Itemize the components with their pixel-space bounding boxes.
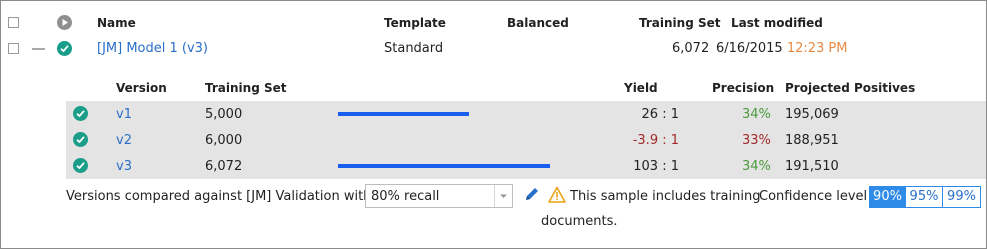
confidence-95-button[interactable]: 95% <box>906 186 943 208</box>
version-precision: 34% <box>742 107 771 122</box>
column-header-training-set[interactable]: Training Set <box>639 16 720 30</box>
training-set-bar <box>338 112 469 116</box>
version-row[interactable]: v1 5,000 26 : 1 34% 195,069 <box>66 101 986 127</box>
confidence-90-button[interactable]: 90% <box>869 186 906 208</box>
model-last-modified: 6/16/2015 12:23 PM <box>716 41 847 56</box>
column-header-balanced[interactable]: Balanced <box>507 16 569 30</box>
model-row-checkbox[interactable] <box>8 43 19 54</box>
check-circle-icon <box>73 158 88 173</box>
warning-text-line2: documents. <box>541 214 618 229</box>
model-name-link[interactable]: [JM] Model 1 (v3) <box>97 41 208 56</box>
version-yield: 26 : 1 <box>641 107 679 122</box>
column-header-template[interactable]: Template <box>384 16 446 30</box>
play-icon[interactable] <box>57 15 72 30</box>
version-training-set: 6,072 <box>205 159 243 174</box>
check-circle-icon <box>73 132 88 147</box>
version-training-set: 5,000 <box>205 107 243 122</box>
edit-pencil-icon[interactable] <box>523 185 541 203</box>
select-all-checkbox[interactable] <box>8 17 19 28</box>
recall-select[interactable]: 80% recall <box>365 184 513 208</box>
model-training-set: 6,072 <box>672 41 710 56</box>
model-template: Standard <box>384 41 444 56</box>
column-header-version: Version <box>116 81 167 95</box>
confidence-level-label: Confidence level <box>759 189 868 204</box>
column-header-last-modified[interactable]: Last modified <box>731 16 823 30</box>
version-link[interactable]: v3 <box>116 159 132 174</box>
version-projected-positives: 191,510 <box>785 159 839 174</box>
check-circle-icon <box>73 106 88 121</box>
warning-icon <box>548 186 566 204</box>
recall-select-value: 80% recall <box>371 189 440 204</box>
column-header-projected-positives: Projected Positives <box>785 81 916 95</box>
chevron-down-icon[interactable] <box>494 185 512 207</box>
collapse-icon[interactable] <box>32 48 45 50</box>
version-training-set: 6,000 <box>205 133 243 148</box>
version-precision: 34% <box>742 159 771 174</box>
version-yield: 103 : 1 <box>633 159 679 174</box>
version-link[interactable]: v2 <box>116 133 132 148</box>
version-row[interactable]: v3 6,072 103 : 1 34% 191,510 <box>66 153 986 179</box>
model-time: 12:23 PM <box>786 41 848 56</box>
model-date: 6/16/2015 <box>716 41 783 56</box>
version-row[interactable]: v2 6,000 -3.9 : 1 33% 188,951 <box>66 127 986 153</box>
version-yield: -3.9 : 1 <box>632 133 679 148</box>
version-link[interactable]: v1 <box>116 107 132 122</box>
compared-against-text: Versions compared against [JM] Validatio… <box>66 189 372 204</box>
version-projected-positives: 195,069 <box>785 107 839 122</box>
version-projected-positives: 188,951 <box>785 133 839 148</box>
confidence-99-button[interactable]: 99% <box>943 186 981 208</box>
column-header-name[interactable]: Name <box>97 16 136 30</box>
training-set-bar <box>338 164 550 168</box>
warning-text-line1: This sample includes training <box>570 189 761 204</box>
column-header-precision: Precision <box>712 81 775 95</box>
version-precision: 33% <box>742 133 771 148</box>
check-circle-icon <box>57 41 72 56</box>
column-header-version-training-set: Training Set <box>205 81 287 95</box>
column-header-yield: Yield <box>624 81 658 95</box>
